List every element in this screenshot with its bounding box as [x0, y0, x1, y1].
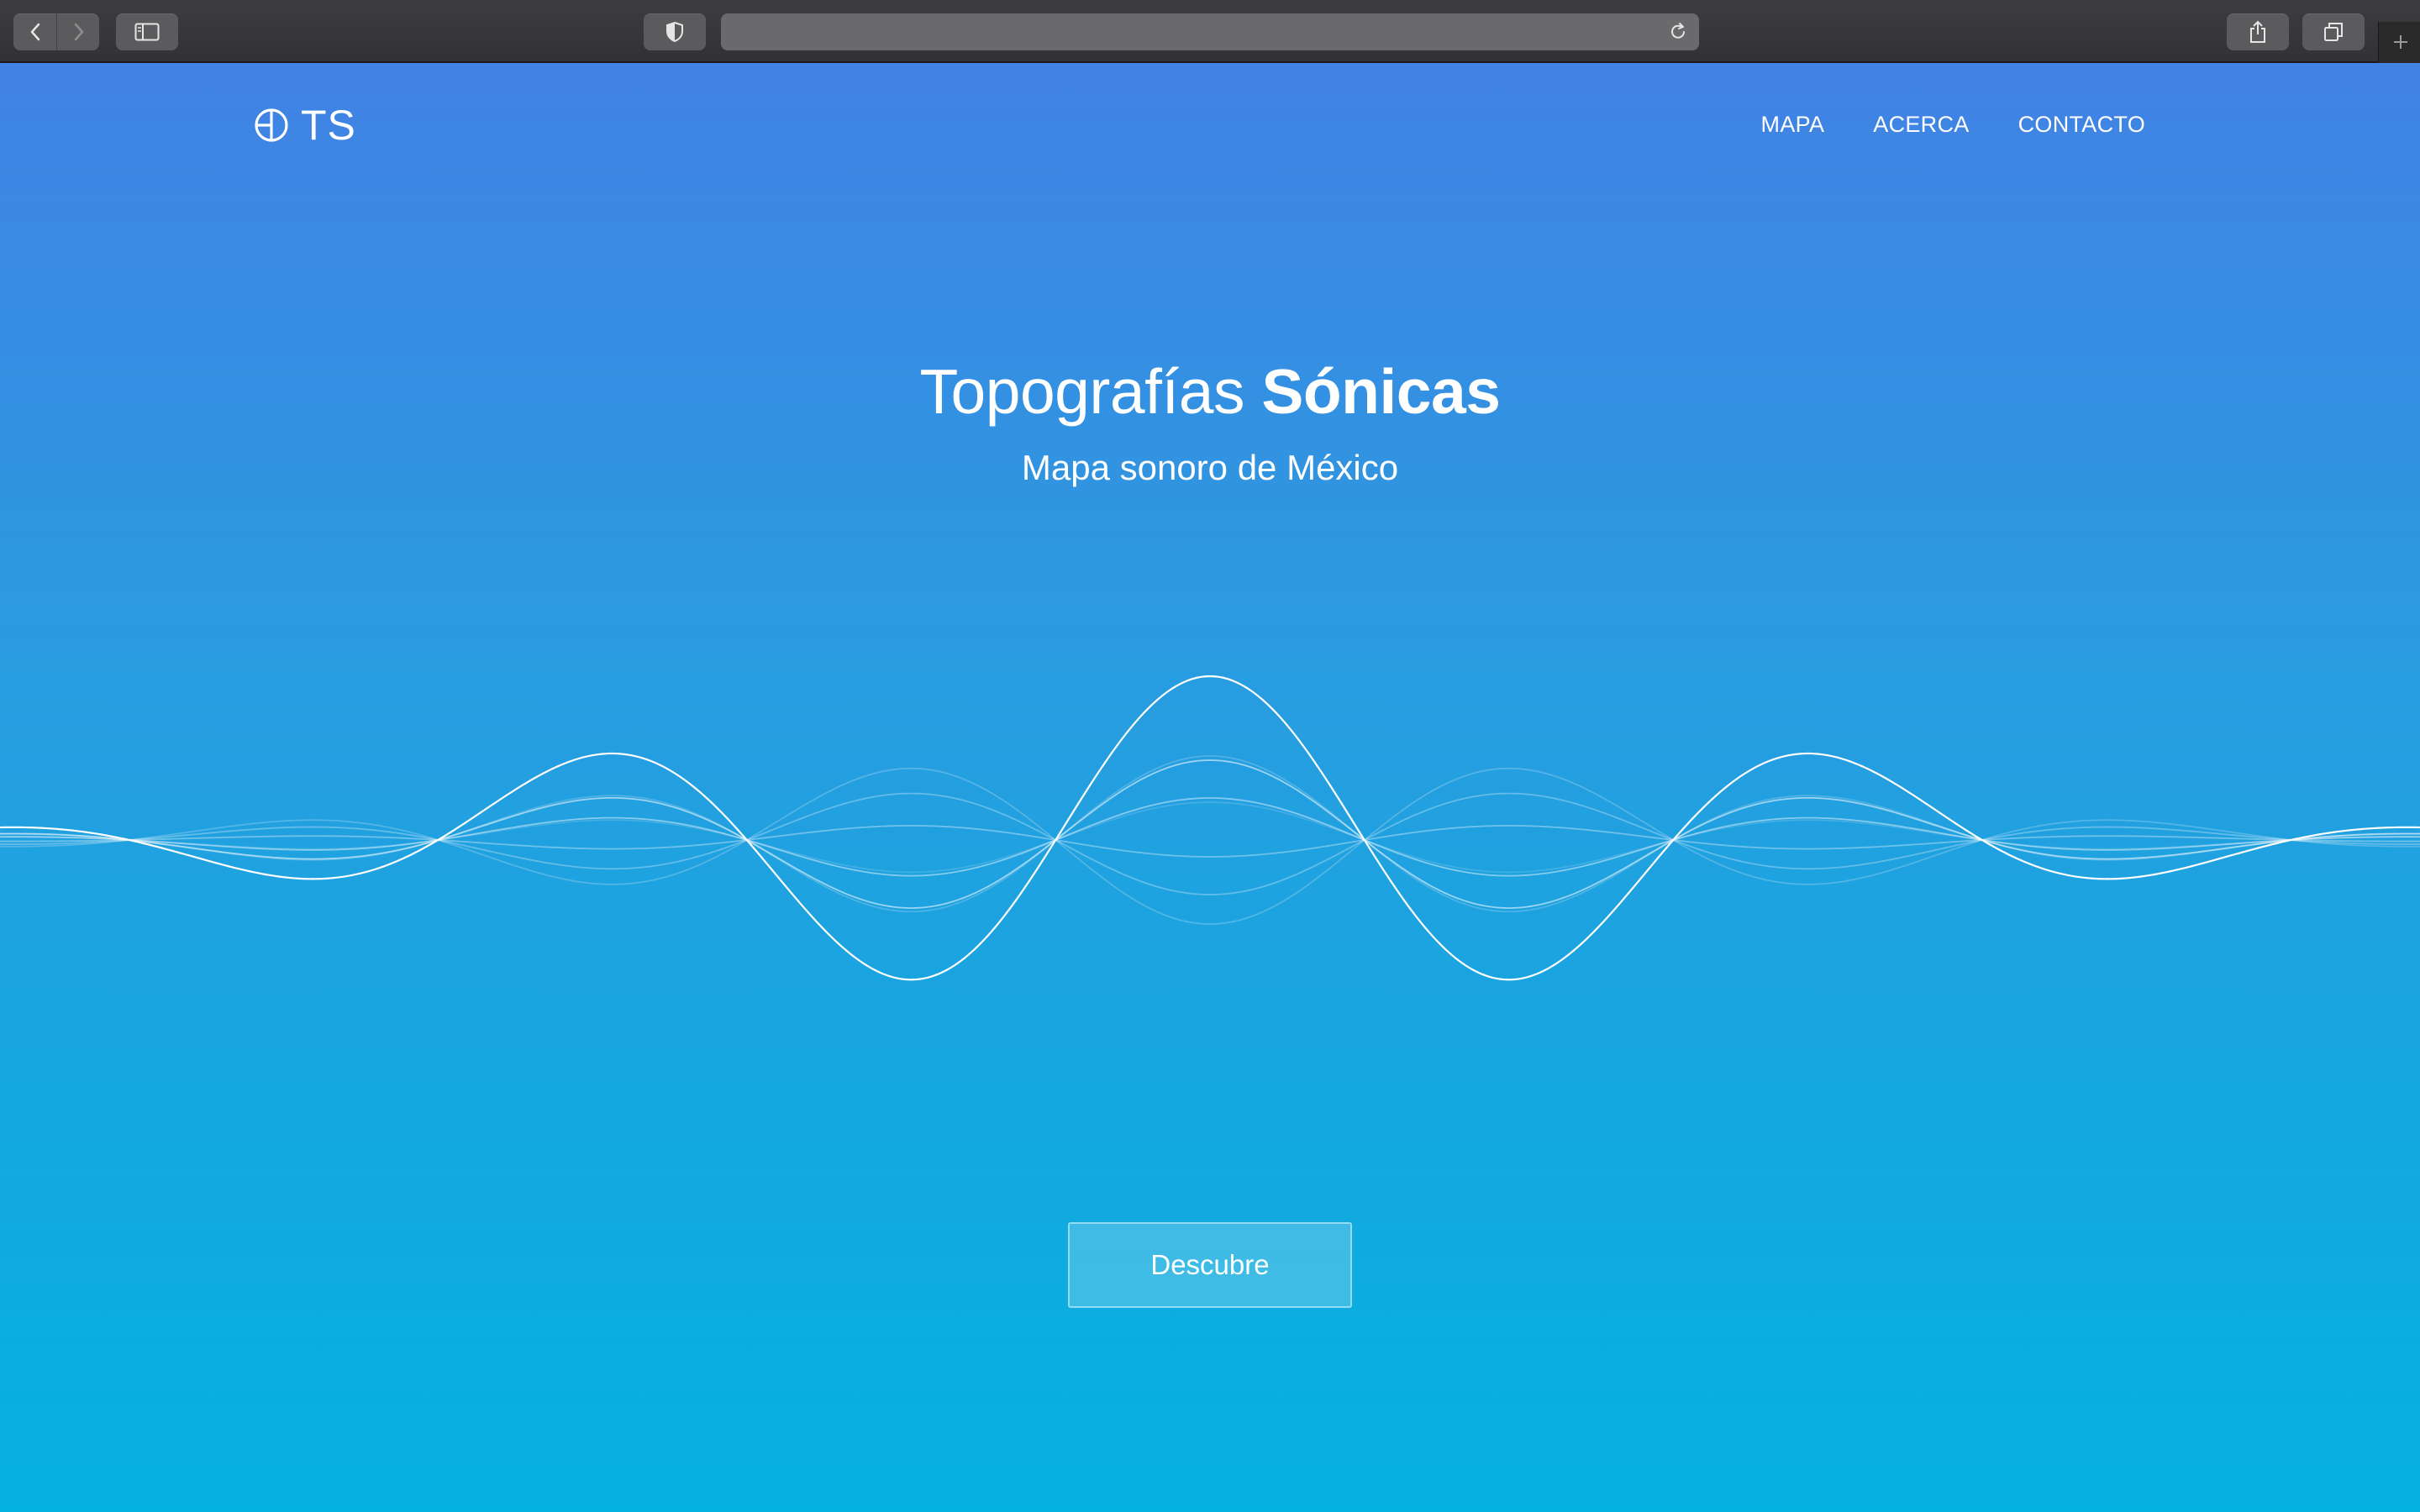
nav-link-mapa[interactable]: MAPA: [1761, 112, 1825, 138]
wave-line: [0, 792, 2420, 895]
landing-page: TS MAPA ACERCA CONTACTO Topografías Sóni…: [0, 63, 2420, 1512]
history-navigation: [13, 13, 99, 50]
nav-link-contacto[interactable]: CONTACTO: [2018, 112, 2145, 138]
chevron-left-icon: [30, 23, 39, 41]
plus-icon: [2394, 35, 2407, 49]
privacy-report-button[interactable]: [644, 13, 706, 50]
sidebar-icon: [134, 23, 160, 41]
chevron-right-icon: [74, 23, 83, 41]
sidebar-toggle-button[interactable]: [116, 13, 178, 50]
wave-line: [0, 767, 2420, 925]
logo-text: TS: [301, 102, 356, 149]
discover-button[interactable]: Descubre: [1068, 1222, 1352, 1308]
wave-line: [0, 759, 2420, 909]
reload-icon[interactable]: [1667, 21, 1689, 43]
share-button[interactable]: [2227, 13, 2289, 50]
back-button[interactable]: [13, 13, 56, 50]
hero-subtitle: Mapa sonoro de México: [1021, 448, 1399, 487]
shield-icon: [666, 21, 683, 43]
browser-toolbar: [0, 0, 2420, 63]
circle-grid-icon: [255, 108, 288, 142]
share-icon: [2250, 20, 2265, 43]
nav-link-acerca[interactable]: ACERCA: [1873, 112, 1969, 138]
hero-title-light: Topografías: [919, 356, 1245, 427]
address-bar[interactable]: [721, 13, 1699, 50]
show-tabs-button[interactable]: [2302, 13, 2365, 50]
hero-title: Topografías Sónicas: [0, 355, 2420, 428]
main-navigation: MAPA ACERCA CONTACTO: [1761, 112, 2145, 138]
wave-line: [0, 825, 2420, 858]
wave-line: [0, 675, 2420, 981]
forward-button[interactable]: [56, 13, 100, 50]
site-logo[interactable]: TS: [254, 100, 356, 150]
tabs-icon: [2324, 23, 2343, 41]
sound-wave-graphic: [0, 675, 2420, 981]
hero-title-bold: Sónicas: [1261, 356, 1501, 427]
wave-line: [0, 755, 2420, 913]
new-tab-button[interactable]: [2378, 22, 2420, 63]
